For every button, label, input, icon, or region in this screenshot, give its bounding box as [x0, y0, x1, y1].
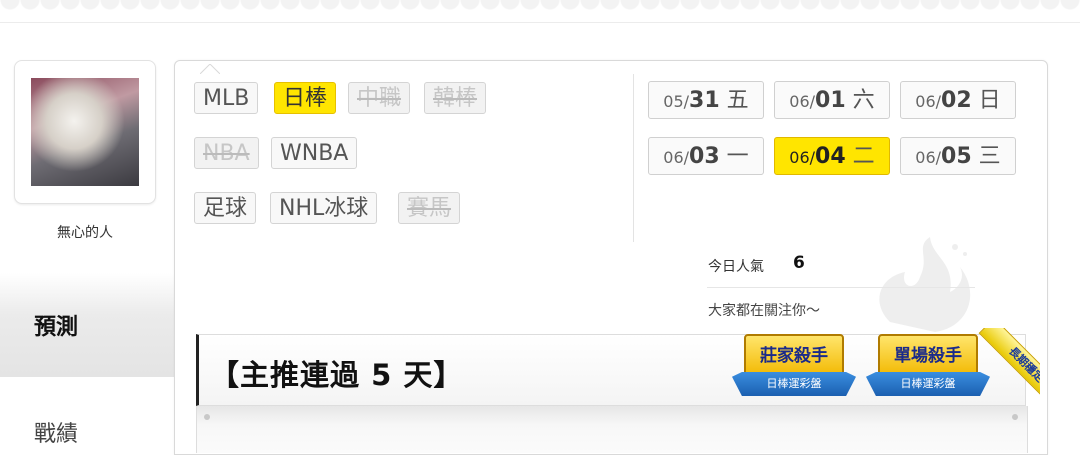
sport-label: NBA: [203, 141, 250, 166]
date-0601[interactable]: 06/01 六: [774, 81, 890, 119]
date-weekday: 三: [978, 144, 1001, 169]
sport-nba: NBA: [194, 137, 259, 169]
sport-label: NHL冰球: [279, 196, 369, 221]
sport-soccer[interactable]: 足球: [194, 192, 257, 224]
profile-card[interactable]: [14, 60, 156, 204]
popularity-divider: [707, 287, 975, 288]
panel-notch: [200, 64, 220, 74]
tab-predict[interactable]: 預測: [0, 273, 174, 377]
follow-text: 大家都在關注你～: [708, 303, 820, 319]
sport-horse-racing: 賽馬: [398, 192, 461, 224]
sport-kbo: 韓棒: [424, 82, 487, 114]
sport-label: MLB: [203, 86, 250, 111]
date-day: 04: [815, 144, 846, 169]
tab-record-label: 戰績: [34, 422, 79, 447]
popularity-value: 6: [793, 253, 805, 273]
decorative-top-border: [0, 0, 1080, 23]
badge-subtitle: 日棒運彩盤: [732, 372, 856, 396]
sport-label: 中職: [357, 86, 402, 111]
date-0603[interactable]: 06/03 一: [648, 137, 764, 175]
rivet-icon: [1012, 414, 1018, 420]
sport-mlb[interactable]: MLB: [194, 82, 259, 114]
date-day: 01: [815, 88, 846, 113]
date-month: 05/: [663, 92, 690, 111]
date-0531[interactable]: 05/31 五: [648, 81, 764, 119]
corner-ribbon-label: 長期穩定: [978, 328, 1040, 408]
date-day: 31: [689, 88, 720, 113]
badge-title: 莊家殺手: [744, 334, 844, 378]
sport-label: 日棒: [283, 86, 328, 111]
date-weekday: 日: [978, 88, 1001, 113]
date-0602[interactable]: 06/02 日: [900, 81, 1016, 119]
rivet-icon: [204, 414, 210, 420]
divider: [633, 74, 634, 242]
date-month: 06/: [915, 92, 942, 111]
date-month: 06/: [789, 92, 816, 111]
date-weekday: 二: [852, 144, 875, 169]
content-panel: [196, 406, 1028, 453]
date-month: 06/: [663, 148, 690, 167]
sport-label: 韓棒: [433, 86, 478, 111]
sport-label: 足球: [203, 196, 248, 221]
sport-nhl[interactable]: NHL冰球: [270, 192, 378, 224]
tab-predict-label: 預測: [34, 315, 79, 340]
date-day: 03: [689, 144, 720, 169]
date-weekday: 五: [726, 88, 749, 113]
date-0604[interactable]: 06/04 二: [774, 137, 890, 175]
corner-ribbon: 長期穩定: [960, 328, 1040, 408]
avatar[interactable]: [31, 78, 139, 186]
sport-npb[interactable]: 日棒: [274, 82, 337, 114]
sport-wnba[interactable]: WNBA: [271, 137, 358, 169]
username: 無心的人: [57, 225, 113, 241]
date-day: 05: [941, 144, 972, 169]
banner-title: 【主推連過 5 天】: [210, 358, 464, 392]
popularity-label: 今日人氣: [708, 259, 764, 275]
sport-label: 賽馬: [407, 196, 452, 221]
sport-label: WNBA: [280, 141, 349, 166]
tab-record[interactable]: 戰績: [0, 382, 174, 453]
date-month: 06/: [789, 148, 816, 167]
date-weekday: 一: [726, 144, 749, 169]
badge-dealer-killer: 莊家殺手 日棒運彩盤: [732, 332, 856, 402]
sport-cpbl: 中職: [348, 82, 411, 114]
date-0605[interactable]: 06/05 三: [900, 137, 1016, 175]
date-day: 02: [941, 88, 972, 113]
date-weekday: 六: [852, 88, 875, 113]
date-month: 06/: [915, 148, 942, 167]
